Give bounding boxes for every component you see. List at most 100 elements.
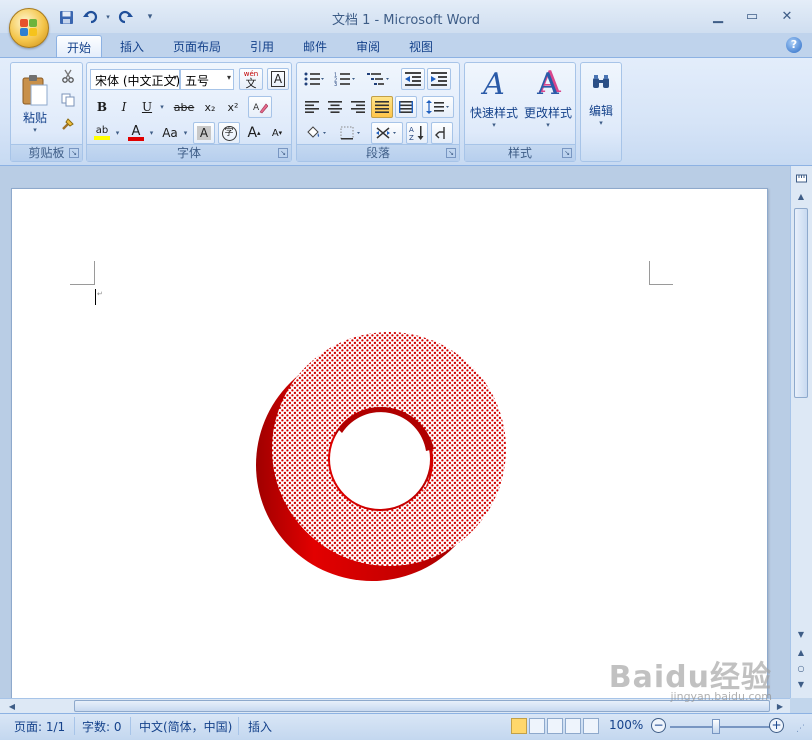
document-page[interactable]: ↵ <box>11 188 768 708</box>
tab-page-layout[interactable]: 页面布局 <box>163 35 231 58</box>
svg-text:Z: Z <box>409 134 414 141</box>
clipboard-launcher[interactable]: ↘ <box>69 148 79 158</box>
zoom-in-button[interactable]: + <box>769 718 784 733</box>
view-full-screen-reading-button[interactable] <box>529 718 545 734</box>
change-case-dropdown[interactable]: ▾ <box>181 122 190 144</box>
justify-button[interactable] <box>371 96 393 118</box>
multilevel-list-button[interactable] <box>363 68 395 90</box>
zoom-out-button[interactable]: − <box>651 718 666 733</box>
binoculars-icon <box>593 75 609 88</box>
italic-button[interactable]: I <box>114 96 134 118</box>
zoom-slider-thumb[interactable] <box>712 719 720 734</box>
shrink-font-button[interactable]: A ▾ <box>266 122 288 144</box>
scroll-up-button[interactable]: ▲ <box>793 188 809 204</box>
character-border-button[interactable]: A <box>267 68 289 90</box>
view-web-layout-button[interactable] <box>547 718 563 734</box>
cut-button[interactable] <box>58 65 78 87</box>
increase-indent-icon <box>431 72 447 86</box>
character-shading-icon: A <box>196 126 212 140</box>
sort-button[interactable]: AZ <box>406 122 428 144</box>
tab-insert[interactable]: 插入 <box>110 35 154 58</box>
maximize-button[interactable]: ▭ <box>737 5 767 27</box>
tab-view[interactable]: 视图 <box>399 35 443 58</box>
text-highlight-button[interactable]: ab <box>91 122 113 144</box>
copy-button[interactable] <box>58 89 78 111</box>
align-left-button[interactable] <box>301 96 323 118</box>
highlight-dropdown[interactable]: ▾ <box>113 122 122 144</box>
view-outline-button[interactable] <box>565 718 581 734</box>
underline-button[interactable]: U <box>137 96 157 118</box>
subscript-button[interactable]: x₂ <box>199 96 221 118</box>
font-name-combo[interactable]: 宋体 (中文正文) ▾ <box>90 69 180 90</box>
resize-grip-icon[interactable]: ⋰ <box>796 724 805 734</box>
ring-shape[interactable] <box>246 329 506 589</box>
strikethrough-button[interactable]: abe <box>171 96 197 118</box>
distributed-button[interactable] <box>395 96 417 118</box>
scroll-right-button[interactable]: ▶ <box>772 698 788 714</box>
office-button[interactable] <box>9 8 49 48</box>
horizontal-scroll-thumb[interactable] <box>74 700 770 712</box>
phonetic-guide-button[interactable]: wén 文 <box>239 68 263 90</box>
grow-font-button[interactable]: A ▴ <box>243 122 265 144</box>
bullets-button[interactable] <box>301 68 327 90</box>
font-size-combo[interactable]: 五号 ▾ <box>180 69 234 90</box>
status-language[interactable]: 中文(简体，中国) <box>139 718 232 735</box>
numbering-button[interactable]: 1 2 3 <box>331 68 359 90</box>
line-spacing-button[interactable] <box>422 96 454 118</box>
tab-references[interactable]: 引用 <box>240 35 284 58</box>
tab-review[interactable]: 审阅 <box>346 35 390 58</box>
paragraph-launcher[interactable]: ↘ <box>446 148 456 158</box>
character-border-icon: A <box>270 71 286 87</box>
status-word-count[interactable]: 字数: 0 <box>82 718 122 735</box>
editing-button[interactable]: 编辑 ▾ <box>583 65 619 141</box>
minimize-button[interactable]: ▁ <box>703 5 733 27</box>
styles-launcher[interactable]: ↘ <box>562 148 572 158</box>
align-center-button[interactable] <box>324 96 346 118</box>
font-color-button[interactable]: A <box>125 122 147 144</box>
editing-label: 编辑 <box>588 104 613 118</box>
close-button[interactable]: ✕ <box>772 5 802 27</box>
zoom-slider-track[interactable] <box>670 726 770 728</box>
vertical-scroll-thumb[interactable] <box>794 208 808 398</box>
show-marks-button[interactable] <box>431 122 453 144</box>
character-shading-button[interactable]: A <box>193 122 215 144</box>
ruler-toggle-button[interactable] <box>793 170 809 186</box>
font-color-dropdown[interactable]: ▾ <box>147 122 156 144</box>
tab-home[interactable]: 开始 <box>56 35 103 58</box>
format-painter-button[interactable] <box>58 113 78 135</box>
next-page-button[interactable]: ▼ <box>793 676 809 692</box>
decrease-indent-button[interactable] <box>401 68 425 90</box>
previous-page-button[interactable]: ▲ <box>793 644 809 660</box>
shading-button[interactable] <box>301 122 333 144</box>
title-bar: ▾ ▾ 文档 1 - Microsoft Word ▁ ▭ ✕ <box>0 0 812 33</box>
enclose-characters-button[interactable]: 字 <box>218 122 240 144</box>
superscript-button[interactable]: x² <box>222 96 244 118</box>
status-insert-mode[interactable]: 插入 <box>248 718 272 735</box>
paste-button[interactable]: 粘贴 ▾ <box>15 65 55 141</box>
font-launcher[interactable]: ↘ <box>278 148 288 158</box>
bold-button[interactable]: B <box>92 96 112 118</box>
tab-mailings[interactable]: 邮件 <box>293 35 337 58</box>
change-styles-button[interactable]: A 更改样式 ▾ <box>522 65 574 141</box>
status-page[interactable]: 页面: 1/1 <box>14 718 65 735</box>
scroll-left-button[interactable]: ◀ <box>4 698 20 714</box>
enclose-characters-icon: 字 <box>221 125 237 141</box>
align-right-button[interactable] <box>347 96 369 118</box>
status-bar: 页面: 1/1 字数: 0 中文(简体，中国) 插入 100% − + ⋰ <box>0 713 812 740</box>
zoom-level[interactable]: 100% <box>609 718 643 732</box>
help-button[interactable]: ? <box>786 37 802 53</box>
increase-indent-button[interactable] <box>427 68 451 90</box>
view-print-layout-button[interactable] <box>511 718 527 734</box>
change-case-button[interactable]: Aa <box>159 122 181 144</box>
scroll-down-button[interactable]: ▼ <box>793 626 809 642</box>
quick-styles-button[interactable]: A 快速样式 ▾ <box>467 65 521 141</box>
browse-object-button[interactable]: ○ <box>793 660 809 676</box>
paste-label: 粘贴 <box>22 110 47 125</box>
view-draft-button[interactable] <box>583 718 599 734</box>
vertical-scrollbar[interactable]: ▲ ▼ ▲ ○ ▼ <box>790 166 812 698</box>
clear-formatting-button[interactable]: A <box>248 96 272 118</box>
status-separator <box>238 717 239 735</box>
chinese-layout-button[interactable] <box>371 122 403 144</box>
borders-button[interactable] <box>337 122 367 144</box>
underline-dropdown[interactable]: ▾ <box>157 96 167 118</box>
